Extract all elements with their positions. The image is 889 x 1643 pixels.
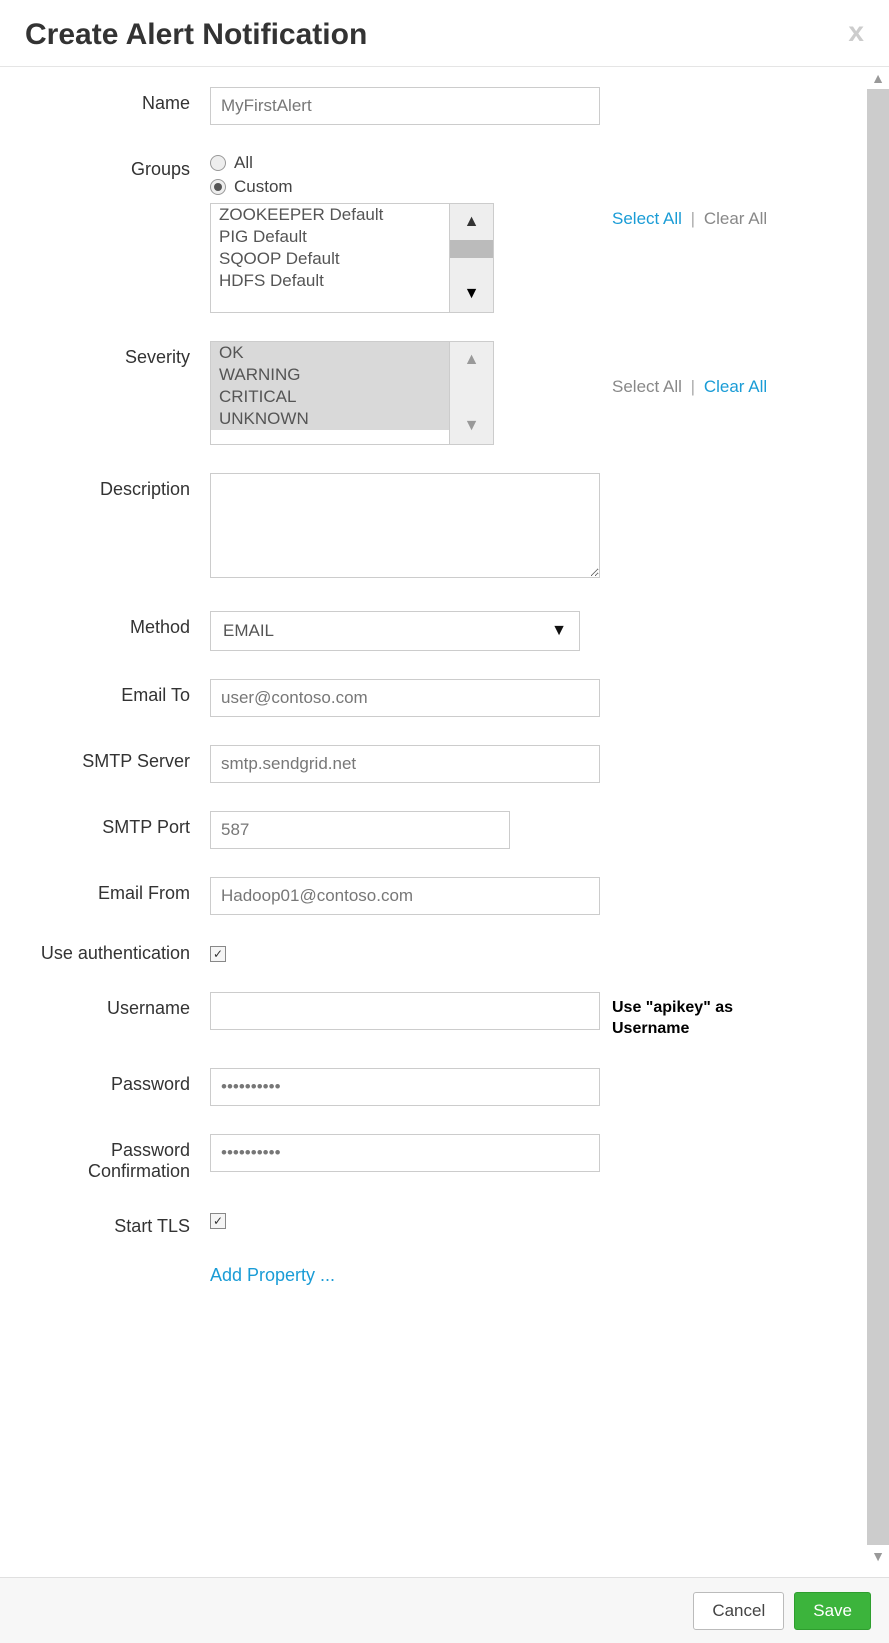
- email-from-input[interactable]: [210, 877, 600, 915]
- list-item[interactable]: SQOOP Default: [211, 248, 449, 270]
- list-item[interactable]: PIG Default: [211, 226, 449, 248]
- radio-icon: [210, 179, 226, 195]
- chevron-down-icon: ▼: [551, 622, 567, 640]
- groups-mode-custom[interactable]: Custom: [210, 177, 600, 197]
- groups-label: Groups: [30, 153, 210, 180]
- name-label: Name: [30, 87, 210, 114]
- start-tls-checkbox[interactable]: ✓: [210, 1213, 226, 1229]
- list-item[interactable]: WARNING: [211, 364, 449, 386]
- email-to-label: Email To: [30, 679, 210, 706]
- password-confirm-label: Password Confirmation: [30, 1134, 210, 1182]
- email-to-input[interactable]: [210, 679, 600, 717]
- divider: |: [691, 209, 695, 228]
- use-auth-label: Use authentication: [30, 943, 210, 964]
- method-select[interactable]: EMAIL ▼: [210, 611, 580, 651]
- smtp-port-label: SMTP Port: [30, 811, 210, 838]
- scroll-up-icon[interactable]: ▲: [867, 67, 889, 89]
- email-from-label: Email From: [30, 877, 210, 904]
- dialog-title: Create Alert Notification: [25, 18, 367, 52]
- groups-clear-all-link[interactable]: Clear All: [704, 209, 767, 228]
- chevron-down-icon[interactable]: ▼: [450, 408, 493, 444]
- severity-label: Severity: [30, 341, 210, 368]
- severity-listbox[interactable]: OK WARNING CRITICAL UNKNOWN: [210, 341, 450, 445]
- dialog-body: ▲ ▼ Name Groups All Custom: [0, 67, 889, 1567]
- password-confirm-input[interactable]: [210, 1134, 600, 1172]
- username-label: Username: [30, 992, 210, 1019]
- scrollbar-track[interactable]: [867, 89, 889, 1545]
- severity-list-scrollbar[interactable]: ▲ ▼: [450, 341, 494, 445]
- name-input[interactable]: [210, 87, 600, 125]
- scroll-down-icon[interactable]: ▼: [867, 1545, 889, 1567]
- groups-mode-custom-label: Custom: [234, 177, 293, 197]
- list-item[interactable]: ZOOKEEPER Default: [211, 204, 449, 226]
- username-input[interactable]: [210, 992, 600, 1030]
- smtp-server-label: SMTP Server: [30, 745, 210, 772]
- dialog-header: Create Alert Notification x: [0, 0, 889, 67]
- password-label: Password: [30, 1068, 210, 1095]
- save-button[interactable]: Save: [794, 1592, 871, 1630]
- list-item[interactable]: OK: [211, 342, 449, 364]
- description-input[interactable]: [210, 473, 600, 578]
- method-label: Method: [30, 611, 210, 638]
- divider: |: [691, 377, 695, 396]
- list-item[interactable]: UNKNOWN: [211, 408, 449, 430]
- password-input[interactable]: [210, 1068, 600, 1106]
- groups-mode-all-label: All: [234, 153, 253, 173]
- list-item[interactable]: CRITICAL: [211, 386, 449, 408]
- radio-icon: [210, 155, 226, 171]
- start-tls-label: Start TLS: [30, 1210, 210, 1237]
- description-label: Description: [30, 473, 210, 500]
- severity-select-all-link[interactable]: Select All: [612, 377, 682, 396]
- smtp-server-input[interactable]: [210, 745, 600, 783]
- chevron-up-icon[interactable]: ▲: [450, 342, 493, 378]
- severity-clear-all-link[interactable]: Clear All: [704, 377, 767, 396]
- add-property-link[interactable]: Add Property ...: [210, 1265, 335, 1285]
- method-value: EMAIL: [223, 621, 274, 641]
- groups-select-all-link[interactable]: Select All: [612, 209, 682, 228]
- groups-listbox[interactable]: ZOOKEEPER Default PIG Default SQOOP Defa…: [210, 203, 450, 313]
- chevron-down-icon[interactable]: ▼: [450, 276, 493, 312]
- chevron-up-icon[interactable]: ▲: [450, 204, 493, 240]
- dialog-footer: Cancel Save: [0, 1577, 889, 1643]
- use-auth-checkbox[interactable]: ✓: [210, 946, 226, 962]
- smtp-port-input[interactable]: [210, 811, 510, 849]
- close-icon[interactable]: x: [848, 18, 864, 46]
- cancel-button[interactable]: Cancel: [693, 1592, 784, 1630]
- groups-mode-all[interactable]: All: [210, 153, 600, 173]
- groups-list-scrollbar[interactable]: ▲ ▼: [450, 203, 494, 313]
- list-item[interactable]: HDFS Default: [211, 270, 449, 292]
- username-hint: Use "apikey" as Username: [612, 998, 770, 1040]
